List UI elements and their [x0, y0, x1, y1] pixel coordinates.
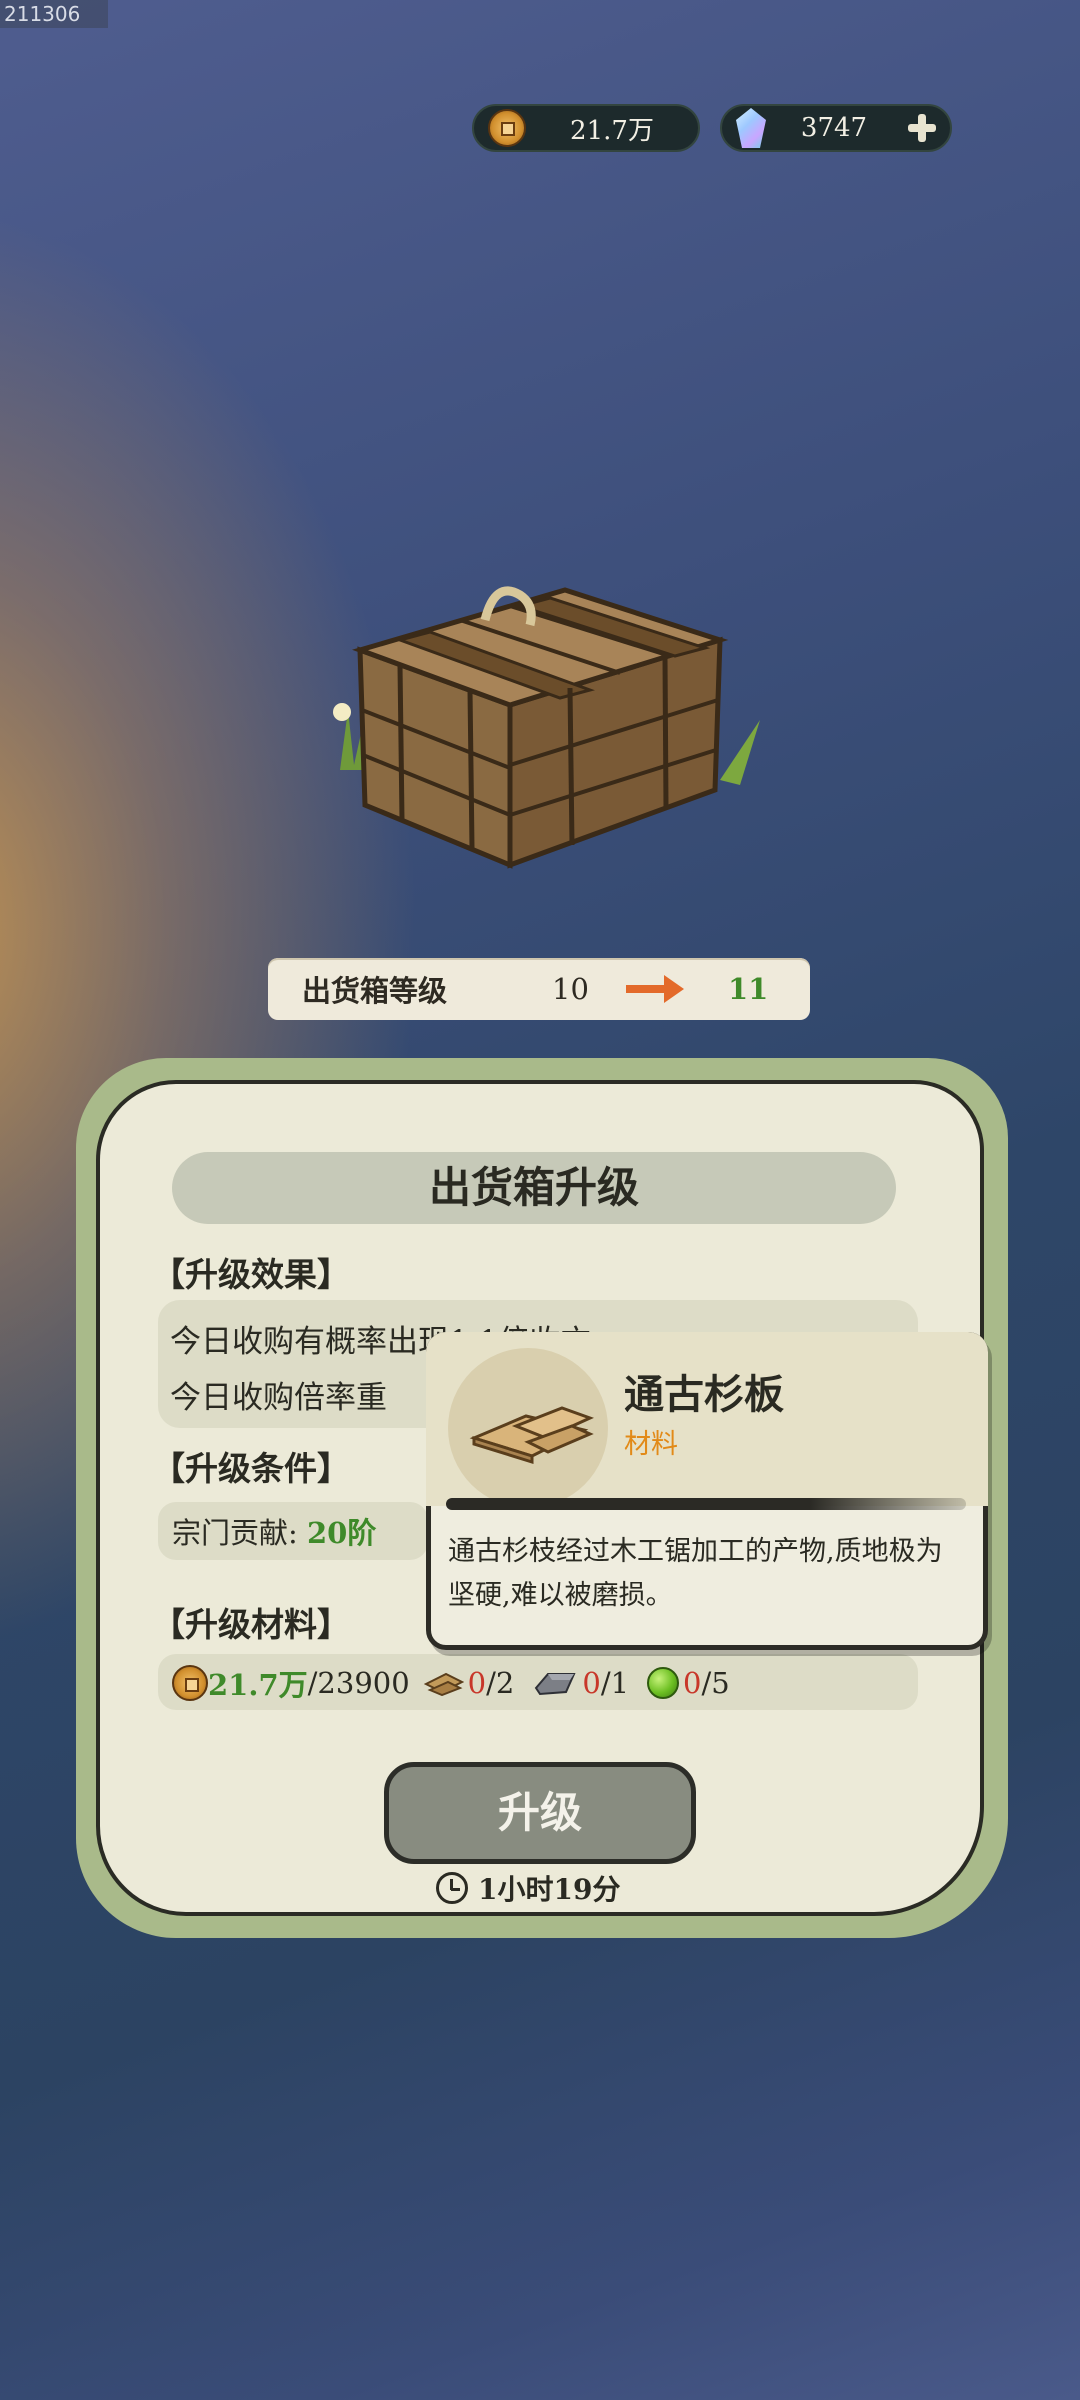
plank-need: /2 [486, 1666, 515, 1700]
next-level: 11 [728, 972, 769, 1006]
debug-id-label: 211306 [0, 0, 108, 28]
tooltip-divider [446, 1498, 966, 1510]
tooltip-item-name: 通古杉板 [624, 1371, 784, 1418]
condition-value: 20阶 [307, 1516, 377, 1550]
current-level: 10 [552, 972, 589, 1006]
coin-have: 21.7万 [208, 1668, 308, 1702]
effects-header: 【升级效果】 [152, 1255, 350, 1294]
plank-have: 0 [467, 1666, 487, 1700]
materials-row: 21.7万 /23900 0 /2 0 /1 0 /5 [172, 1658, 730, 1708]
upgrade-timer: 1小时19分 [436, 1866, 620, 1910]
timer-text: 1小时19分 [478, 1873, 621, 1906]
coin-currency-bar[interactable]: 21.7万 [472, 104, 700, 152]
plank-material-icon[interactable] [423, 1670, 464, 1696]
arrow-right-icon [626, 975, 684, 1003]
add-gems-button[interactable] [902, 108, 942, 148]
materials-header: 【升级材料】 [152, 1605, 350, 1644]
orb-need: /5 [701, 1666, 730, 1700]
green-orb-material-icon[interactable] [647, 1667, 680, 1699]
tooltip-description: 通古杉枝经过木工锯加工的产物,质地极为坚硬,难以被磨损。 [448, 1536, 943, 1611]
crystal-gem-icon [736, 108, 766, 148]
stone-material-icon[interactable] [532, 1668, 578, 1698]
effect-line-2: 今日收购倍率重 [170, 1380, 387, 1416]
conditions-header: 【升级条件】 [152, 1449, 350, 1488]
copper-coin-icon [488, 109, 526, 147]
fir-plank-icon [469, 1406, 594, 1465]
coin-amount: 21.7万 [570, 115, 654, 146]
shipping-crate-image [333, 586, 760, 869]
panel-title: 出货箱升级 [428, 1163, 639, 1212]
condition-text: 宗门贡献: 20阶 [172, 1510, 376, 1552]
orb-have: 0 [683, 1666, 702, 1700]
upgrade-button[interactable]: 升级 [384, 1762, 696, 1864]
stone-have: 0 [582, 1666, 601, 1700]
condition-label: 宗门贡献: [172, 1516, 307, 1550]
stone-need: /1 [600, 1666, 630, 1700]
coin-need: /23900 [307, 1666, 410, 1700]
gem-currency-bar[interactable]: 3747 [720, 104, 952, 152]
clock-icon [436, 1872, 468, 1904]
crate-level-bar: 出货箱等级 10 11 [268, 958, 810, 1020]
gem-amount: 3747 [800, 113, 868, 143]
tooltip-item-type: 材料 [624, 1429, 678, 1460]
crate-level-label: 出货箱等级 [302, 974, 448, 1008]
copper-coin-icon [172, 1665, 208, 1701]
